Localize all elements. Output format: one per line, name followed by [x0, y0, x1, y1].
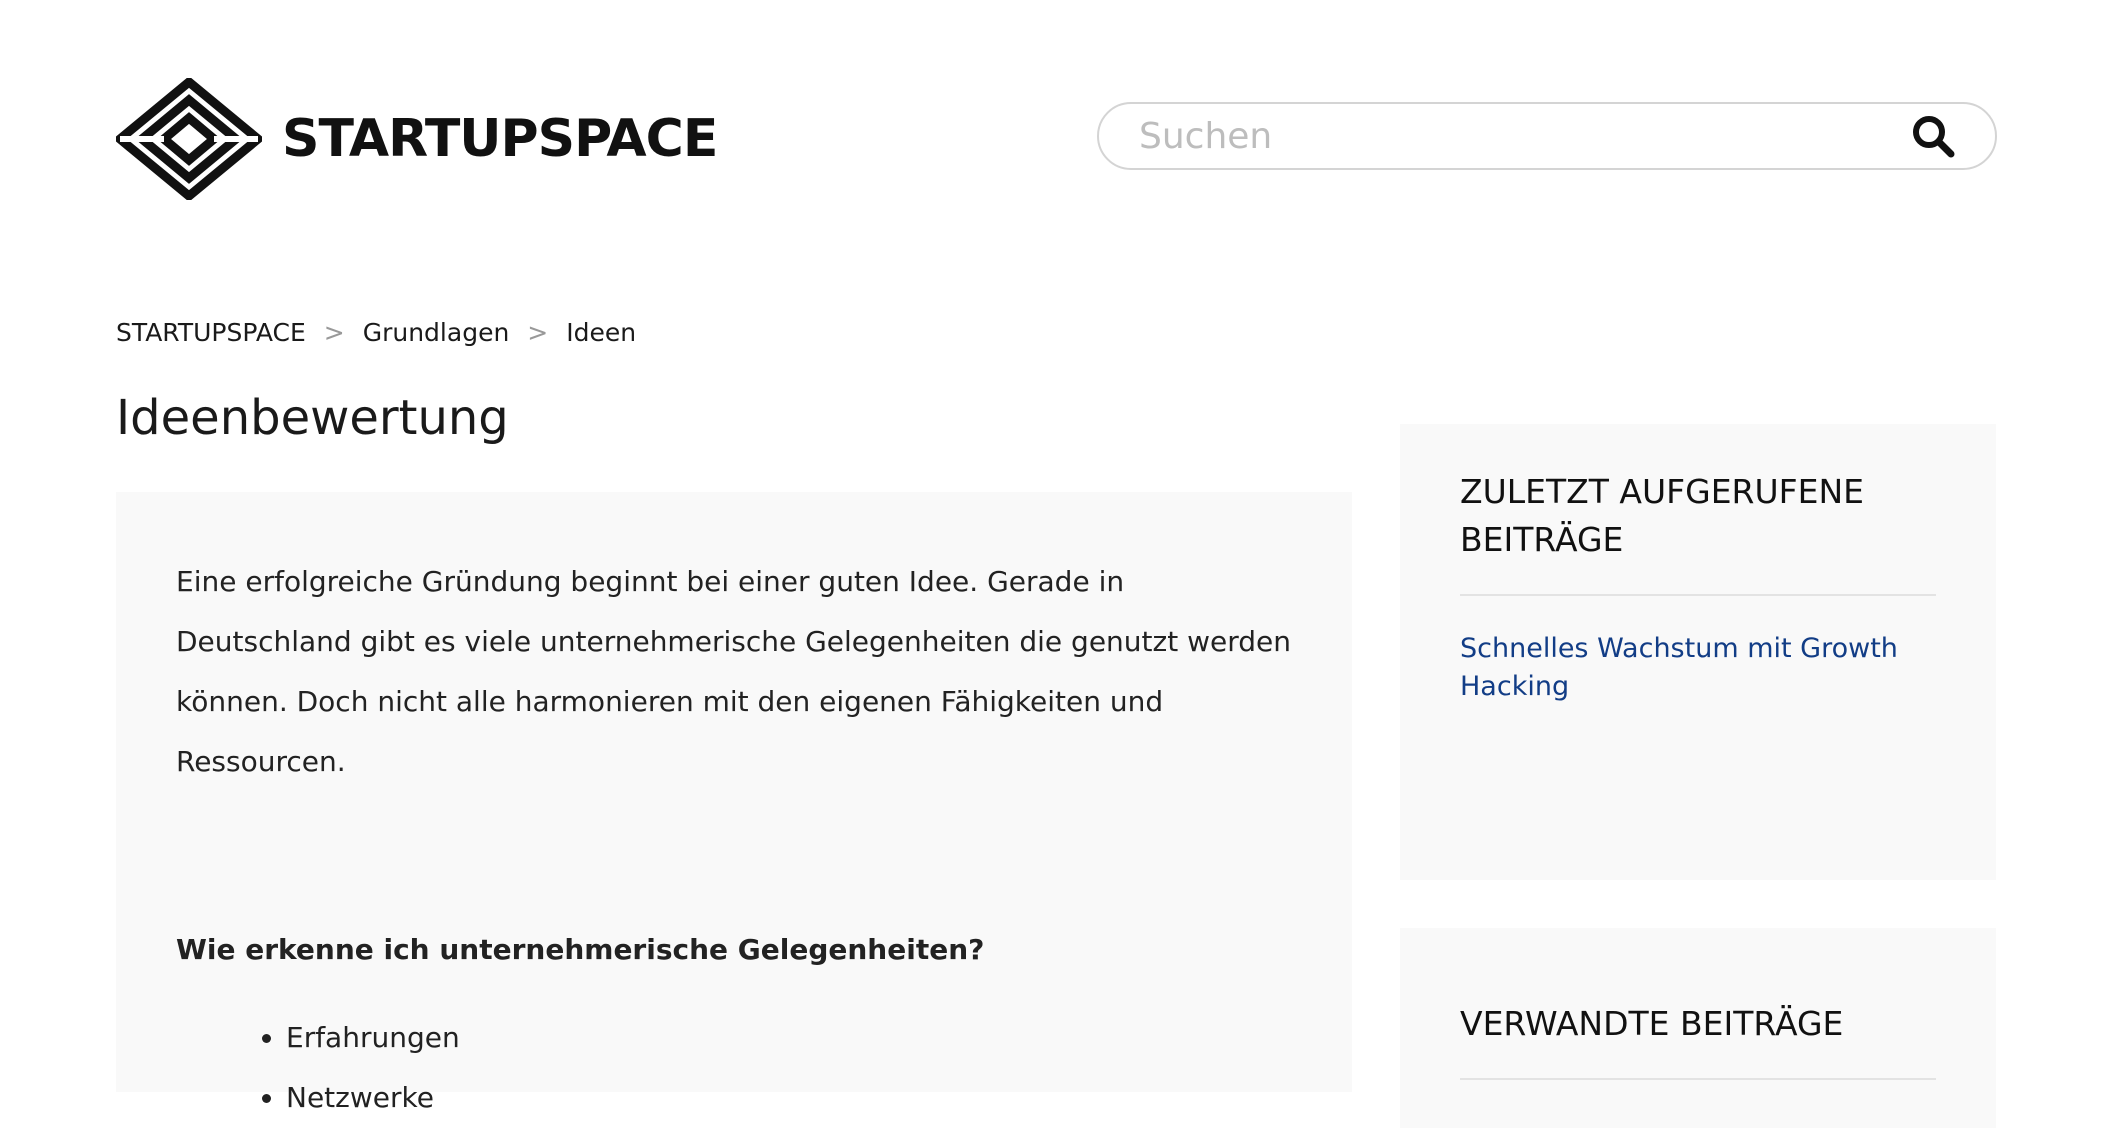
related-posts-panel: VERWANDTE BEITRÄGE [1400, 928, 1996, 1128]
recently-viewed-heading: ZULETZT AUFGERUFENE BEITRÄGE [1460, 472, 1864, 559]
divider [1460, 594, 1936, 596]
list-item: Erfahrungen [286, 1008, 1292, 1068]
article-content: Eine erfolgreiche Gründung beginnt bei e… [116, 492, 1352, 1114]
list-item: Netzwerke [286, 1068, 1292, 1128]
recently-viewed-panel: ZULETZT AUFGERUFENE BEITRÄGE Schnelles W… [1400, 424, 1996, 880]
page-title: Ideenbewertung [116, 390, 509, 446]
logo-wordmark: STARTUPSPACE [282, 109, 718, 169]
article-subheading: Wie erkenne ich unternehmerische Gelegen… [176, 933, 985, 966]
recent-post-link[interactable]: Schnelles Wachstum mit Growth Hacking [1460, 630, 1936, 706]
breadcrumb-item-grundlagen[interactable]: Grundlagen [363, 318, 510, 347]
startupspace-diamond-logo-icon [116, 78, 262, 200]
breadcrumb: STARTUPSPACE > Grundlagen > Ideen [116, 318, 636, 347]
breadcrumb-separator: > [323, 318, 345, 347]
site-header: STARTUPSPACE [0, 0, 2106, 230]
search-input[interactable] [1099, 105, 1909, 167]
related-posts-heading: VERWANDTE BEITRÄGE [1460, 1004, 1844, 1043]
article-bullet-list: Erfahrungen Netzwerke [176, 1008, 1292, 1128]
search-bar [1097, 102, 1997, 170]
breadcrumb-item-home[interactable]: STARTUPSPACE [116, 318, 306, 347]
breadcrumb-separator: > [527, 318, 549, 347]
article-intro: Eine erfolgreiche Gründung beginnt bei e… [176, 565, 1291, 778]
breadcrumb-item-ideen[interactable]: Ideen [566, 318, 636, 347]
search-icon[interactable] [1909, 112, 1957, 160]
divider [1460, 1078, 1936, 1080]
site-logo[interactable]: STARTUPSPACE [116, 78, 718, 200]
